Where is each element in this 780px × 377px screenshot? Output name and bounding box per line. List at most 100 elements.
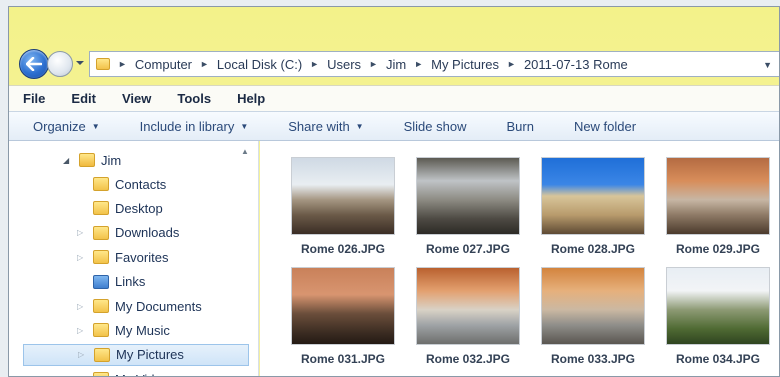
file-name: Rome 033.JPG bbox=[550, 352, 636, 366]
tree-item-label: My Music bbox=[115, 322, 170, 338]
menu-item-help[interactable]: Help bbox=[237, 91, 265, 106]
breadcrumb-separator-icon: ► bbox=[118, 59, 127, 69]
music-folder-icon bbox=[93, 323, 109, 338]
tree-item-my-pictures[interactable]: ▷ My Pictures bbox=[23, 343, 249, 366]
photo-thumbnail-image bbox=[541, 157, 645, 235]
expand-arrow-icon[interactable]: ▷ bbox=[77, 302, 87, 311]
photo-thumbnail-image bbox=[416, 157, 520, 235]
file-name: Rome 028.JPG bbox=[550, 242, 636, 256]
breadcrumb-item[interactable]: Computer bbox=[135, 57, 192, 72]
command-bar: Organize ▼ Include in library ▼ Share with ▼ S… bbox=[9, 111, 779, 141]
photo-thumbnail-image bbox=[541, 267, 645, 345]
menu-bar: File Edit View Tools Help bbox=[9, 85, 779, 111]
command-label: Include in library bbox=[139, 118, 235, 134]
menu-item-tools[interactable]: Tools bbox=[177, 91, 211, 106]
photo-thumbnail-image bbox=[416, 267, 520, 345]
file-thumbnail[interactable]: Rome 032.JPG bbox=[405, 267, 531, 376]
recent-pages-dropdown-icon[interactable] bbox=[75, 58, 85, 68]
file-thumbnail[interactable]: Rome 026.JPG bbox=[280, 157, 406, 267]
tree-item-label: My Pictures bbox=[116, 347, 184, 363]
links-folder-icon bbox=[93, 274, 109, 289]
breadcrumb-separator-icon[interactable]: ► bbox=[310, 59, 319, 69]
tree-item-my-music[interactable]: ▷ My Music bbox=[77, 319, 170, 341]
breadcrumb-item[interactable]: Users bbox=[327, 57, 361, 72]
tree-item-label: Favorites bbox=[115, 249, 169, 265]
tree-item-label: My Videos bbox=[115, 372, 175, 376]
tree-item-my-videos[interactable]: ▷My Videos bbox=[77, 368, 175, 376]
menu-item-edit[interactable]: Edit bbox=[71, 91, 96, 106]
new-folder-button[interactable]: New folder bbox=[574, 119, 636, 134]
expand-arrow-icon[interactable]: ▷ bbox=[77, 253, 87, 262]
forward-button[interactable] bbox=[47, 51, 73, 77]
file-list: Rome 026.JPG Rome 027.JPG Rome 028.JPG Rome… bbox=[260, 141, 779, 376]
documents-folder-icon bbox=[93, 299, 109, 313]
scroll-up-icon[interactable]: ▲ bbox=[241, 147, 249, 156]
tree-item-favorites[interactable]: ▷ Favorites bbox=[77, 246, 168, 268]
breadcrumb-item[interactable]: 2011-07-13 Rome bbox=[524, 57, 628, 72]
tree-item-my-documents[interactable]: ▷ My Documents bbox=[77, 295, 202, 317]
photo-thumbnail-image bbox=[291, 157, 395, 235]
tree-item-jim[interactable]: ◢ Jim bbox=[63, 149, 121, 171]
include-in-library-button[interactable]: Include in library ▼ bbox=[140, 119, 249, 134]
share-with-button[interactable]: Share with ▼ bbox=[288, 119, 363, 134]
contacts-folder-icon bbox=[93, 177, 109, 191]
file-name: Rome 032.JPG bbox=[425, 352, 511, 366]
breadcrumb-item[interactable]: Jim bbox=[386, 57, 406, 72]
tree-item-label: My Documents bbox=[115, 298, 202, 314]
collapse-arrow-icon[interactable]: ◢ bbox=[63, 156, 73, 165]
menu-item-file[interactable]: File bbox=[23, 91, 45, 106]
navigation-pane: ◢ Jim ▲ Contacts Desktop ▷ Downloads ▷ Favori… bbox=[9, 141, 259, 376]
burn-button[interactable]: Burn bbox=[506, 119, 533, 134]
tree-item-label: Downloads bbox=[115, 225, 180, 241]
tree-item-links[interactable]: Links bbox=[77, 271, 145, 293]
file-name: Rome 029.JPG bbox=[675, 242, 761, 256]
slide-show-button[interactable]: Slide show bbox=[404, 119, 467, 134]
breadcrumb-item[interactable]: Local Disk (C:) bbox=[217, 57, 302, 72]
file-thumbnail[interactable]: Rome 033.JPG bbox=[530, 267, 656, 376]
file-thumbnail[interactable]: Rome 027.JPG bbox=[405, 157, 531, 267]
file-thumbnail[interactable]: Rome 031.JPG bbox=[280, 267, 406, 376]
photo-thumbnail-image bbox=[666, 157, 770, 235]
command-label: Share with bbox=[288, 118, 350, 134]
breadcrumb: Computer ► Local Disk (C:) ► Users ► Jim ► My Pi… bbox=[135, 57, 628, 72]
expand-arrow-icon[interactable]: ▷ bbox=[77, 326, 87, 335]
file-thumbnail[interactable]: Rome 029.JPG bbox=[655, 157, 779, 267]
breadcrumb-separator-icon[interactable]: ► bbox=[507, 59, 516, 69]
tree-item-label: Desktop bbox=[115, 200, 163, 216]
menu-item-view[interactable]: View bbox=[122, 91, 151, 106]
user-folder-icon bbox=[79, 153, 95, 167]
photo-thumbnail-image bbox=[666, 267, 770, 345]
pictures-folder-icon bbox=[94, 347, 110, 362]
navigation-bar: ► Computer ► Local Disk (C:) ► Users ► Jim ► My … bbox=[9, 45, 779, 83]
tree-item-label: Jim bbox=[101, 152, 122, 168]
address-dropdown-icon[interactable]: ▼ bbox=[763, 60, 772, 70]
breadcrumb-item[interactable]: My Pictures bbox=[431, 57, 499, 72]
dropdown-caret-icon: ▼ bbox=[355, 121, 364, 131]
organize-button[interactable]: Organize ▼ bbox=[33, 119, 100, 134]
tree-item-downloads[interactable]: ▷ Downloads bbox=[77, 222, 179, 244]
command-label: Slide show bbox=[403, 118, 467, 134]
file-name: Rome 031.JPG bbox=[300, 352, 386, 366]
tree-item-contacts[interactable]: Contacts bbox=[77, 173, 166, 195]
breadcrumb-separator-icon[interactable]: ► bbox=[369, 59, 378, 69]
dropdown-caret-icon: ▼ bbox=[91, 121, 100, 131]
address-bar[interactable]: ► Computer ► Local Disk (C:) ► Users ► Jim ► My … bbox=[89, 51, 779, 77]
command-label: Organize bbox=[33, 118, 86, 134]
file-thumbnail[interactable]: Rome 028.JPG bbox=[530, 157, 656, 267]
breadcrumb-separator-icon[interactable]: ► bbox=[200, 59, 209, 69]
file-name: Rome 026.JPG bbox=[300, 242, 386, 256]
tree-item-label: Links bbox=[115, 274, 146, 290]
file-name: Rome 027.JPG bbox=[425, 242, 511, 256]
photo-thumbnail-image bbox=[291, 267, 395, 345]
back-button[interactable] bbox=[19, 49, 49, 79]
tree-item-desktop[interactable]: Desktop bbox=[77, 197, 163, 219]
explorer-window: ► Computer ► Local Disk (C:) ► Users ► Jim ► My … bbox=[8, 6, 780, 377]
desktop-folder-icon bbox=[93, 201, 109, 216]
breadcrumb-separator-icon[interactable]: ► bbox=[414, 59, 423, 69]
file-thumbnail[interactable]: Rome 034.JPG bbox=[655, 267, 779, 376]
back-arrow-icon bbox=[26, 57, 42, 71]
command-label: New folder bbox=[573, 118, 637, 134]
favorites-folder-icon bbox=[93, 250, 109, 265]
expand-arrow-icon[interactable]: ▷ bbox=[77, 228, 87, 237]
expand-arrow-icon[interactable]: ▷ bbox=[78, 350, 88, 359]
